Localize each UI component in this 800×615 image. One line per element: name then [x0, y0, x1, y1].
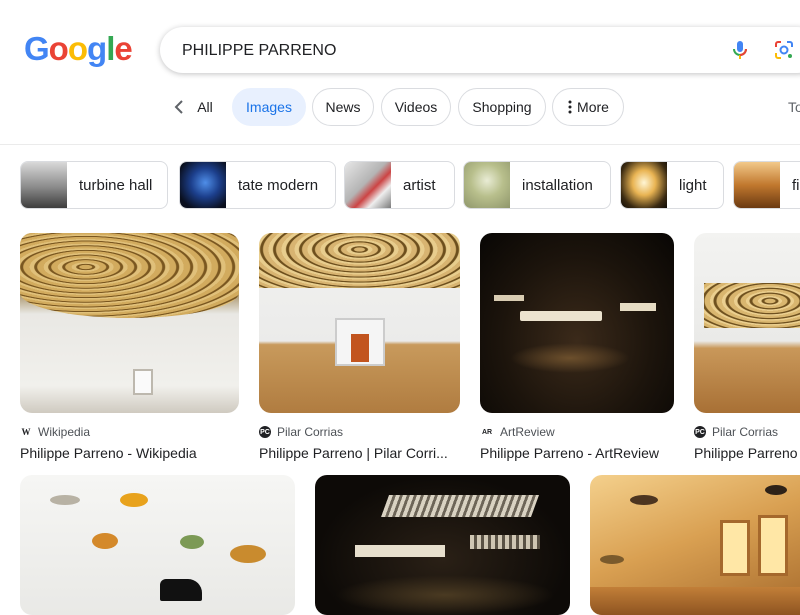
logo-letter: g	[87, 30, 107, 67]
result-source: W Wikipedia	[20, 425, 239, 439]
tab-images[interactable]: Images	[232, 88, 306, 126]
chip-fi[interactable]: fi	[733, 161, 800, 209]
floor	[590, 587, 800, 615]
result-card-pilar-corrias[interactable]: PC Pilar Corrias Philippe Parreno | Pila…	[259, 233, 460, 461]
more-vert-icon	[568, 100, 572, 114]
logo-letter: o	[67, 30, 88, 67]
result-card-artreview[interactable]: AR ArtReview Philippe Parreno - ArtRevie…	[480, 233, 674, 461]
result-image[interactable]	[694, 233, 800, 413]
result-card-wikipedia[interactable]: W Wikipedia Philippe Parreno - Wikipedia	[20, 233, 239, 461]
microphone-icon[interactable]	[728, 38, 752, 62]
fish-balloon	[600, 555, 624, 564]
result-source: PC Pilar Corrias	[694, 425, 800, 439]
tools-button[interactable]: To	[788, 99, 800, 115]
fish-balloon	[92, 533, 118, 549]
suspended-platform	[355, 545, 445, 557]
window	[758, 515, 788, 576]
tab-more-label: More	[577, 99, 609, 115]
fish-balloon	[230, 545, 266, 563]
fish-balloon	[630, 495, 658, 505]
logo-letter: e	[114, 30, 132, 67]
tab-news[interactable]: News	[312, 88, 374, 126]
wikipedia-icon: W	[21, 427, 31, 437]
balloon-ceiling	[20, 233, 239, 318]
chip-label: installation	[522, 176, 593, 194]
floor-light	[335, 575, 555, 615]
search-tabs: All Images News Videos Shopping More To	[0, 88, 800, 128]
source-name: Pilar Corrias	[712, 425, 779, 439]
result-image-warm-room[interactable]	[590, 475, 800, 615]
chip-installation[interactable]: installation	[463, 161, 611, 209]
suspended-platform	[470, 535, 540, 549]
google-logo[interactable]: Google	[24, 30, 133, 68]
piano	[160, 579, 202, 601]
logo-letter: G	[24, 30, 50, 67]
result-source: AR ArtReview	[480, 425, 674, 439]
chip-thumbnail	[345, 162, 391, 208]
chevron-left-icon[interactable]	[170, 97, 190, 117]
doorway	[133, 369, 153, 395]
result-card-pilar-corrias-2[interactable]: PC Pilar Corrias Philippe Parreno	[694, 233, 800, 461]
artreview-icon: AR	[481, 428, 493, 436]
tab-more[interactable]: More	[552, 88, 624, 126]
window	[720, 520, 750, 576]
fish-balloon	[180, 535, 204, 549]
chip-label: turbine hall	[79, 176, 153, 194]
pilar-corrias-icon: PC	[694, 426, 706, 438]
search-input[interactable]	[180, 39, 704, 63]
doorway	[335, 318, 385, 366]
result-image-light-platforms[interactable]	[315, 475, 570, 615]
tab-videos[interactable]: Videos	[381, 88, 451, 126]
chip-label: artist	[403, 176, 436, 194]
tab-shopping[interactable]: Shopping	[458, 88, 546, 126]
fish-balloon	[765, 485, 787, 495]
logo-letter: l	[106, 30, 115, 67]
result-title[interactable]: Philippe Parreno | Pilar Corri...	[259, 445, 460, 461]
suspended-platform	[620, 303, 656, 311]
result-source: PC Pilar Corrias	[259, 425, 460, 439]
fish-balloon	[120, 493, 148, 507]
source-name: Wikipedia	[38, 425, 91, 439]
header-divider	[0, 144, 800, 145]
source-name: Pilar Corrias	[277, 425, 344, 439]
result-title[interactable]: Philippe Parreno - Wikipedia	[20, 445, 239, 461]
suspended-platform	[520, 311, 602, 321]
balloon-ceiling	[259, 233, 460, 288]
chip-thumbnail	[621, 162, 667, 208]
search-bar[interactable]	[160, 27, 800, 73]
result-image[interactable]	[20, 233, 239, 413]
result-title[interactable]: Philippe Parreno	[694, 445, 800, 461]
suspended-platform	[494, 295, 524, 301]
chip-turbine-hall[interactable]: turbine hall	[20, 161, 168, 209]
balloon-ceiling	[704, 283, 800, 328]
tab-all[interactable]: All	[190, 88, 220, 126]
suspended-platform	[380, 495, 540, 517]
google-lens-icon[interactable]	[772, 38, 796, 62]
chip-thumbnail	[21, 162, 67, 208]
result-image[interactable]	[480, 233, 674, 413]
result-image-fish-balloons[interactable]	[20, 475, 295, 615]
pilar-corrias-icon: PC	[259, 426, 271, 438]
chip-label: tate modern	[238, 176, 319, 194]
fish-balloon	[50, 495, 80, 505]
chip-label: fi	[792, 176, 800, 194]
chip-light[interactable]: light	[620, 161, 724, 209]
chip-thumbnail	[180, 162, 226, 208]
chip-tate-modern[interactable]: tate modern	[179, 161, 336, 209]
source-name: ArtReview	[500, 425, 555, 439]
chip-artist[interactable]: artist	[344, 161, 455, 209]
floor-glow	[510, 343, 630, 373]
chip-thumbnail	[734, 162, 780, 208]
logo-letter: o	[48, 30, 69, 67]
chip-label: light	[679, 176, 707, 194]
result-image[interactable]	[259, 233, 460, 413]
chip-thumbnail	[464, 162, 510, 208]
result-title[interactable]: Philippe Parreno - ArtReview	[480, 445, 674, 461]
